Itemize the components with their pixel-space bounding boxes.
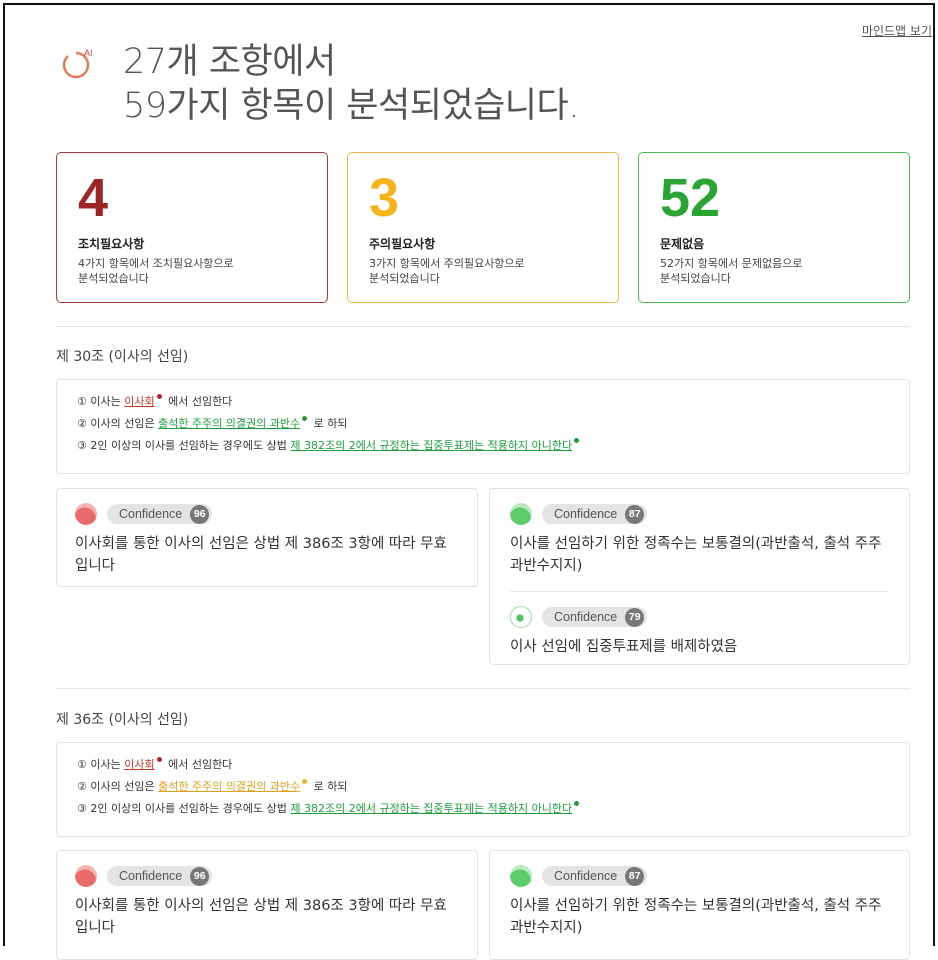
analysis-card-action[interactable]: Confidence 96 이사회를 통한 이사의 선임은 상법 제 386조 3… [56,488,478,587]
caution-required-label: 주의필요사항 [369,237,436,251]
analysis-card-ok[interactable]: Confidence 87 이사를 선임하기 위한 정족수는 보통결의(과반출석,… [489,488,910,665]
svg-text:AI: AI [84,48,93,58]
confidence-score-badge: 79 [625,607,645,627]
clause-text-box: ① 이사는 이사회 에서 선임한다 ② 이사의 선임은 출석한 주주의 의결권의… [56,379,910,474]
green-ring-status-icon [510,606,532,628]
section-divider [56,326,910,327]
green-status-icon [510,865,532,887]
green-marker-dot [302,416,308,421]
analysis-result-text: 이사를 선임하기 위한 정족수는 보통결의(과반출석, 출석 주주 과반수지지) [510,898,882,936]
clause-highlight-red[interactable]: 이사회 [124,395,154,408]
action-required-card[interactable]: 4 조치필요사항 4가지 항목에서 조치필요사항으로 분석되었습니다 [56,152,328,303]
action-required-label: 조치필요사항 [78,237,145,251]
ai-logo-icon: AI [62,48,93,79]
no-issue-count: 52 [660,168,721,228]
clause-line-2: ② 이사의 선임은 출석한 주주의 의결권의 과반수 로 하되 [77,779,348,793]
clause-highlight-red[interactable]: 이사회 [124,758,154,771]
confidence-score-badge: 87 [625,866,645,886]
analysis-result-text: 이사회를 통한 이사의 선임은 상법 제 386조 3항에 따라 무효 입니다 [75,898,447,936]
confidence-score-badge: 87 [625,504,645,524]
clause-text-box: ① 이사는 이사회 에서 선임한다 ② 이사의 선임은 출석한 주주의 의결권의… [56,742,910,837]
action-required-count: 4 [78,168,109,228]
green-marker-dot [574,801,580,806]
clause-line-3: ③ 2인 이상의 이사를 선임하는 경우에도 상법 제 382조의 2에서 규정… [77,435,889,457]
mindmap-view-link[interactable]: 마인드맵 보기 [862,22,932,39]
clause-highlight-green[interactable]: 출석한 주주의 의결권의 과반수 [158,417,300,430]
clause-line-3: ③ 2인 이상의 이사를 선임하는 경우에도 상법 제 382조의 2에서 규정… [77,798,889,820]
analysis-card-ok[interactable]: Confidence 87 이사를 선임하기 위한 정족수는 보통결의(과반출석,… [489,850,910,960]
confidence-score-badge: 96 [190,866,210,886]
confidence-pill: Confidence 87 [542,504,648,524]
no-issue-label: 문제없음 [660,237,705,251]
section-divider [56,688,910,689]
caution-required-desc: 3가지 항목에서 주의필요사항으로 분석되었습니다 [369,257,525,285]
red-status-icon [75,865,97,887]
caution-required-card[interactable]: 3 주의필요사항 3가지 항목에서 주의필요사항으로 분석되었습니다 [347,152,619,303]
section-title: 제 36조 (이사의 선임) [56,712,189,728]
confidence-pill: Confidence 79 [542,607,648,627]
clause-line-1: ① 이사는 이사회 에서 선임한다 [77,394,233,408]
confidence-score-badge: 96 [190,504,210,524]
clause-highlight-green[interactable]: 제 382조의 2에서 규정하는 집중투표제는 적용하지 아니한다 [290,439,572,452]
clause-line-1: ① 이사는 이사회 에서 선임한다 [77,757,233,771]
clause-highlight-orange[interactable]: 출석한 주주의 의결권의 과반수 [158,780,300,793]
analysis-summary-title: 27개 조항에서 59가지 항목이 분석되었습니다. [123,40,579,128]
clause-line-2: ② 이사의 선임은 출석한 주주의 의결권의 과반수 로 하되 [77,416,348,430]
clause-highlight-green[interactable]: 제 382조의 2에서 규정하는 집중투표제는 적용하지 아니한다 [290,802,572,815]
card-inner-divider [510,591,889,592]
title-line-1: 27개 조항에서 [123,42,336,82]
analysis-card-action[interactable]: Confidence 96 이사회를 통한 이사의 선임은 상법 제 386조 3… [56,850,478,960]
confidence-pill: Confidence 96 [107,504,213,524]
section-title: 제 30조 (이사의 선임) [56,349,189,365]
title-line-2: 59가지 항목이 분석되었습니다. [123,86,579,126]
analysis-result-text: 이사 선임에 집중투표제를 배제하였음 [510,639,738,655]
red-marker-dot [156,757,162,762]
no-issue-card[interactable]: 52 문제없음 52가지 항목에서 문제없음으로 분석되었습니다 [638,152,910,303]
caution-required-count: 3 [369,168,400,228]
analysis-result-text: 이사를 선임하기 위한 정족수는 보통결의(과반출석, 출석 주주 과반수지지) [510,536,882,574]
red-status-icon [75,503,97,525]
confidence-pill: Confidence 87 [542,866,648,886]
confidence-pill: Confidence 96 [107,866,213,886]
green-marker-dot [574,438,580,443]
red-marker-dot [156,394,162,399]
action-required-desc: 4가지 항목에서 조치필요사항으로 분석되었습니다 [78,257,234,285]
orange-marker-dot [302,779,308,784]
green-status-icon [510,503,532,525]
analysis-result-text: 이사회를 통한 이사의 선임은 상법 제 386조 3항에 따라 무효 입니다 [75,536,447,574]
no-issue-desc: 52가지 항목에서 문제없음으로 분석되었습니다 [660,257,803,285]
